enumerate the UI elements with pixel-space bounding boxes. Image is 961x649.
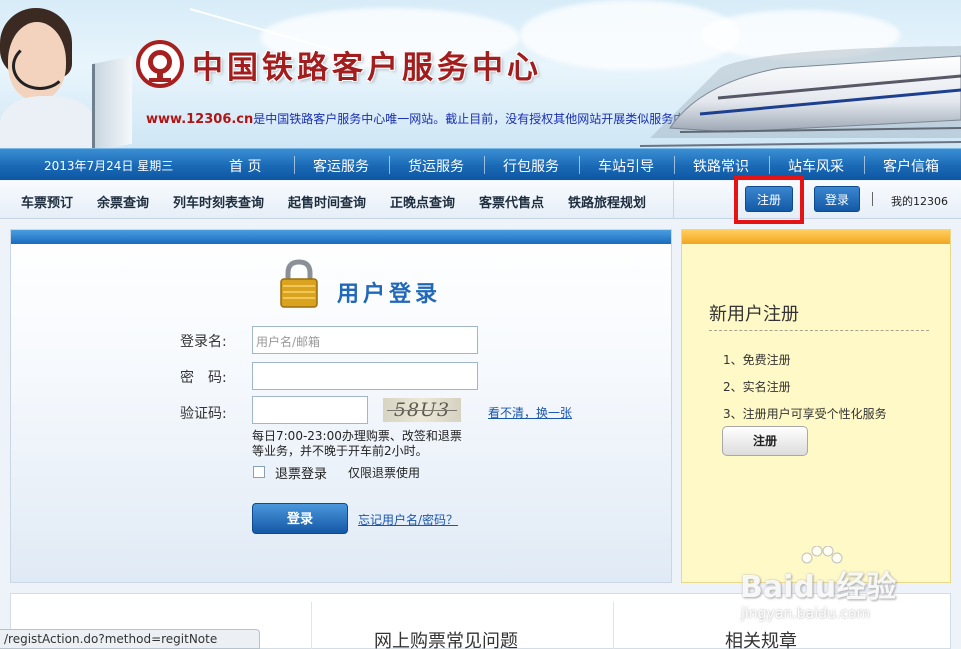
refund-login-label: 退票登录: [275, 467, 328, 482]
current-date: 2013年7月24日 星期三: [44, 159, 174, 173]
nav-railway-knowledge[interactable]: 铁路常识: [693, 156, 749, 176]
nav-separator: [484, 156, 485, 174]
new-user-register-panel: 新用户注册 1、免费注册 2、实名注册 3、注册用户可享受个性化服务 注册: [681, 229, 951, 583]
baidu-jingyan-watermark: Baidu经验 jingyan.baidu.com: [735, 546, 925, 630]
subnav-ticket-booking[interactable]: 车票预订: [21, 192, 73, 211]
nav-station-guide[interactable]: 车站引导: [598, 156, 654, 176]
nav-separator: [864, 156, 865, 174]
nav-parcel-service[interactable]: 行包服务: [503, 156, 559, 176]
watermark-url: jingyan.baidu.com: [741, 606, 871, 622]
forgot-credentials-link[interactable]: 忘记用户名/密码？: [358, 511, 458, 528]
subnav-trip-planner[interactable]: 铁路旅程规划: [568, 192, 646, 211]
service-agent-image: [0, 0, 140, 148]
nav-separator: [389, 156, 390, 174]
main-navigation: 2013年7月24日 星期三 首 页 客运服务 货运服务 行包服务 车站引导 铁…: [0, 148, 961, 180]
browser-status-bar: /registAction.do?method=regitNote: [0, 629, 260, 649]
watermark-brand: Baidu经验: [740, 570, 897, 605]
high-speed-train-image: [640, 46, 961, 147]
nav-separator: [769, 156, 770, 174]
highlight-box: [734, 176, 804, 224]
subnav-remaining-tickets[interactable]: 余票查询: [97, 192, 149, 211]
nav-freight-service[interactable]: 货运服务: [408, 156, 464, 176]
nav-home[interactable]: 首 页: [229, 156, 261, 176]
login-heading: 用户登录: [337, 282, 442, 307]
login-panel-topbar: [11, 230, 671, 244]
nav-separator: [294, 156, 295, 174]
lock-icon: [280, 259, 318, 308]
my-12306-link[interactable]: 我的12306: [891, 193, 948, 209]
username-label: 登录名:: [180, 334, 227, 350]
login-panel: 用户登录 登录名: 用户名/邮箱 密 码: 验证码: 58U3 看不清，换一张 …: [10, 229, 672, 583]
subnav-timetable-query[interactable]: 列车时刻表查询: [173, 192, 264, 211]
header-banner: 中国铁路客户服务中心 www.12306.cn是中国铁路客户服务中心唯一网站。截…: [0, 0, 961, 148]
nav-customer-mailbox[interactable]: 客户信箱: [883, 156, 939, 176]
refund-only-note: 仅限退票使用: [348, 466, 421, 480]
register-benefit: 3、注册用户可享受个性化服务: [723, 407, 887, 421]
refresh-captcha-link[interactable]: 看不清，换一张: [488, 404, 572, 421]
nav-separator: [674, 156, 675, 174]
page-root: 中国铁路客户服务中心 www.12306.cn是中国铁路客户服务中心唯一网站。截…: [0, 0, 961, 649]
nav-passenger-service[interactable]: 客运服务: [313, 156, 369, 176]
register-benefit: 1、免费注册: [723, 353, 791, 367]
nav-station-train-gallery[interactable]: 站车风采: [788, 156, 844, 176]
railway-logo-icon: [136, 40, 184, 88]
column-separator: [311, 602, 312, 649]
register-benefit: 2、实名注册: [723, 380, 791, 394]
captcha-image[interactable]: 58U3: [383, 398, 461, 422]
refund-login-checkbox[interactable]: [253, 466, 265, 478]
site-title: 中国铁路客户服务中心: [192, 50, 542, 86]
username-input[interactable]: 用户名/邮箱: [252, 326, 478, 354]
register-divider: [709, 330, 929, 331]
subnav-divider: [673, 181, 674, 219]
subnav-delay-query[interactable]: 正晚点查询: [390, 192, 455, 211]
sub-navigation: 车票预订 余票查询 列车时刻表查询 起售时间查询 正晚点查询 客票代售点 铁路旅…: [0, 181, 961, 219]
password-label: 密 码:: [180, 370, 227, 386]
password-input[interactable]: [252, 362, 478, 390]
login-button-top[interactable]: 登录: [814, 186, 860, 212]
register-panel-topbar: [682, 230, 950, 244]
tagline-url: www.12306.cn: [146, 112, 254, 127]
rules-heading[interactable]: 相关规章: [725, 627, 797, 649]
faq-heading[interactable]: 网上购票常见问题: [374, 627, 518, 649]
booking-hours-notice: 每日7:00-23:00办理购票、改签和退票等业务，并不晚于开车前2小时。: [252, 429, 462, 458]
login-submit-button[interactable]: 登录: [252, 503, 348, 534]
subnav-sale-time-query[interactable]: 起售时间查询: [288, 192, 366, 211]
subnav-pipe: [872, 192, 873, 206]
register-panel-button[interactable]: 注册: [722, 426, 808, 456]
subnav-agency-points[interactable]: 客票代售点: [479, 192, 544, 211]
register-panel-title: 新用户注册: [709, 304, 799, 325]
column-separator: [613, 602, 614, 649]
nav-separator: [579, 156, 580, 174]
captcha-label: 验证码:: [180, 406, 227, 422]
captcha-input[interactable]: [252, 396, 368, 424]
